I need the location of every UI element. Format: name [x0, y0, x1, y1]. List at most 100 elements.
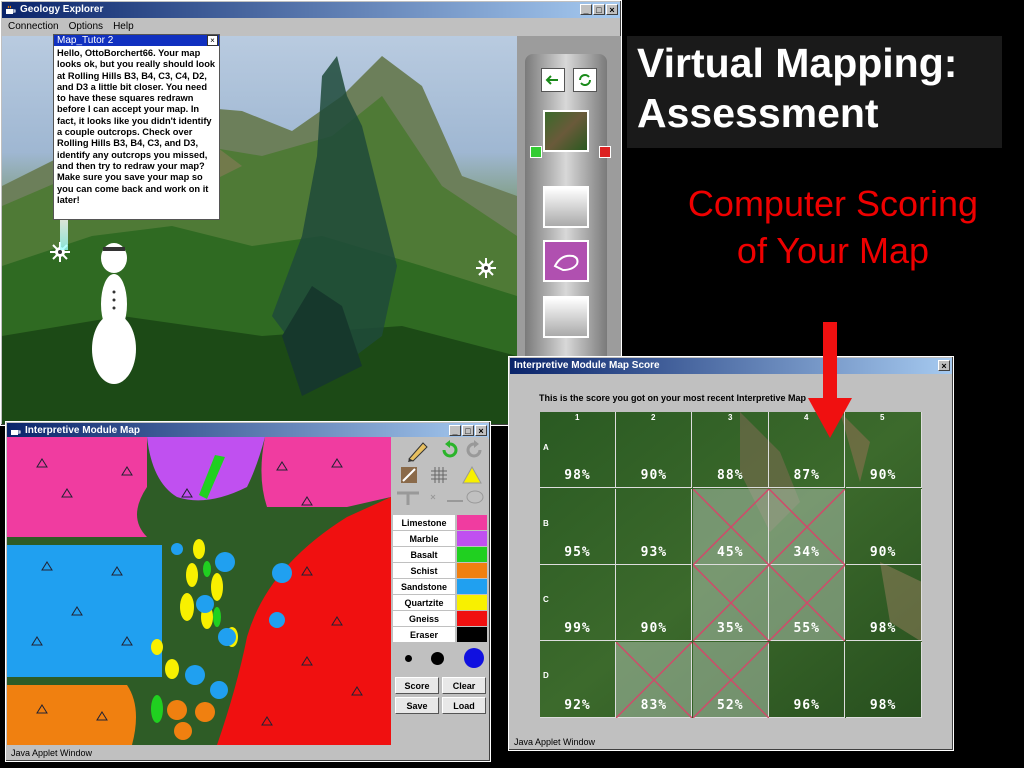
- brush-small-icon[interactable]: [405, 655, 412, 662]
- column-label: 3: [728, 413, 733, 422]
- score-percent: 83%: [640, 697, 668, 713]
- maximize-button[interactable]: □: [593, 4, 605, 15]
- score-cell-failed: 55%: [769, 565, 846, 641]
- legend-label: Limestone: [393, 515, 455, 530]
- legend-swatch: [457, 531, 487, 546]
- score-percent: 87%: [793, 468, 820, 483]
- legend-label: Marble: [393, 531, 455, 546]
- score-cell: 98%: [845, 565, 922, 641]
- back-arrow-icon[interactable]: [541, 68, 565, 92]
- redo-icon[interactable]: [463, 439, 485, 461]
- grid-icon[interactable]: [429, 465, 449, 485]
- sample-hand-button[interactable]: [543, 240, 589, 282]
- down-arrow-icon: [808, 322, 852, 438]
- slide-title: Virtual Mapping: Assessment: [627, 36, 1002, 148]
- legend-swatch: [457, 627, 487, 642]
- score-percent: 96%: [793, 697, 820, 713]
- refresh-icon[interactable]: [573, 68, 597, 92]
- save-button[interactable]: Save: [395, 697, 439, 714]
- column-label: 2: [651, 413, 656, 422]
- legend-limestone[interactable]: Limestone: [393, 515, 487, 531]
- clear-button[interactable]: Clear: [442, 677, 486, 694]
- legend-gneiss[interactable]: Gneiss: [393, 611, 487, 627]
- close-button[interactable]: ×: [475, 425, 487, 436]
- map-thumbnail-button[interactable]: [543, 110, 589, 152]
- geology-explorer-titlebar[interactable]: Geology Explorer _ □ ×: [2, 2, 620, 18]
- outcrop-marker-icon[interactable]: [476, 258, 496, 278]
- shape-tools-icon[interactable]: [395, 489, 485, 507]
- close-button[interactable]: ×: [938, 360, 950, 371]
- score-cell: 90%: [616, 565, 693, 641]
- tutor-message-box: Map_Tutor 2 × Hello, OttoBorchert66. You…: [53, 34, 220, 220]
- triangle-marker-icon[interactable]: [461, 465, 483, 485]
- legend-schist[interactable]: Schist: [393, 563, 487, 579]
- score-cell: 90%: [845, 412, 922, 488]
- window-title: Interpretive Module Map Score: [514, 360, 660, 371]
- score-window-titlebar[interactable]: Interpretive Module Map Score ×: [510, 358, 952, 374]
- menu-help[interactable]: Help: [113, 18, 134, 35]
- score-cell: 90%: [845, 488, 922, 565]
- tutor-message: Hello, OttoBorchert66. Your map looks ok…: [57, 48, 216, 205]
- legend-swatch: [457, 563, 487, 578]
- score-cell: 90%: [616, 412, 693, 488]
- load-button[interactable]: Load: [442, 697, 486, 714]
- snowman-avatar[interactable]: [86, 234, 146, 384]
- texture-brush-icon[interactable]: [399, 465, 419, 485]
- legend-basalt[interactable]: Basalt: [393, 547, 487, 563]
- score-cell-failed: 45%: [692, 488, 769, 565]
- close-button[interactable]: ×: [606, 4, 618, 15]
- map-status-bar: Java Applet Window: [11, 748, 93, 758]
- slide-subtitle: Computer Scoring of Your Map: [687, 183, 979, 271]
- minimize-button[interactable]: _: [580, 4, 592, 15]
- row-label: C: [543, 595, 549, 604]
- drawing-canvas[interactable]: [7, 437, 391, 745]
- menu-options[interactable]: Options: [69, 18, 103, 35]
- score-percent: 88%: [717, 468, 744, 483]
- legend-label: Schist: [393, 563, 455, 578]
- undo-icon[interactable]: [439, 439, 461, 461]
- java-cup-icon: [11, 430, 21, 435]
- minimize-button[interactable]: _: [449, 425, 461, 436]
- score-percent: 90%: [869, 468, 897, 483]
- legend-label: Eraser: [393, 627, 455, 642]
- score-percent: 90%: [869, 544, 897, 560]
- legend-label: Gneiss: [393, 611, 455, 626]
- score-cell: 95%: [540, 488, 616, 565]
- row-label: A: [543, 443, 549, 452]
- score-cell: 93%: [616, 488, 693, 565]
- green-status-icon: [530, 146, 542, 158]
- score-status-bar: Java Applet Window: [514, 737, 596, 747]
- close-icon[interactable]: ×: [207, 35, 218, 46]
- java-cup-icon: [6, 5, 16, 14]
- score-button[interactable]: Score: [395, 677, 439, 694]
- score-percent: 35%: [717, 621, 744, 636]
- legend-label: Sandstone: [393, 579, 455, 594]
- score-grid: 98% 90% 88% 87% 90% 95% 93% 45% 34% 90% 99% 90% 35% 5…: [540, 412, 922, 718]
- empty-slot-button[interactable]: [543, 186, 589, 228]
- column-label: 5: [880, 413, 885, 422]
- legend-eraser[interactable]: Eraser: [393, 627, 487, 643]
- row-label: B: [543, 519, 549, 528]
- empty-slot-button[interactable]: [543, 296, 589, 338]
- pencil-icon[interactable]: [405, 439, 431, 463]
- brush-medium-icon[interactable]: [431, 652, 444, 665]
- score-percent: 98%: [869, 621, 897, 636]
- legend-marble[interactable]: Marble: [393, 531, 487, 547]
- score-percent: 93%: [640, 544, 668, 560]
- score-percent: 55%: [793, 621, 820, 636]
- slide-title-line2: Assessment: [637, 90, 879, 136]
- legend-sandstone[interactable]: Sandstone: [393, 579, 487, 595]
- legend-label: Quartzite: [393, 595, 455, 610]
- score-percent: 98%: [869, 697, 897, 713]
- map-drawing: [7, 437, 391, 745]
- score-percent: 99%: [564, 621, 591, 636]
- red-status-icon: [599, 146, 611, 158]
- legend-swatch: [457, 611, 487, 626]
- menu-connection[interactable]: Connection: [8, 18, 59, 35]
- window-title: Interpretive Module Map: [25, 425, 141, 436]
- brush-large-icon[interactable]: [464, 648, 484, 668]
- score-cell: 96%: [769, 641, 846, 718]
- score-cell: 92%: [540, 641, 616, 718]
- legend-quartzite[interactable]: Quartzite: [393, 595, 487, 611]
- maximize-button[interactable]: □: [462, 425, 474, 436]
